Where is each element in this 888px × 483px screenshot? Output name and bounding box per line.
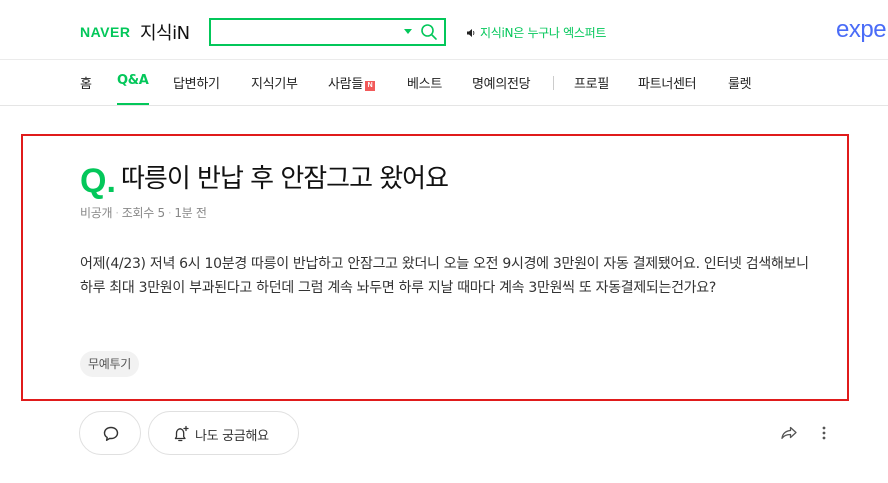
bell-plus-icon bbox=[174, 425, 189, 442]
speaker-icon bbox=[467, 29, 475, 37]
share-icon bbox=[781, 426, 797, 439]
nav-item-answer[interactable]: 답변하기 bbox=[173, 73, 220, 92]
page: NAVER 지식iN 지식iN은 누구나 엑스퍼트 expe 홈 Q&A 답변하… bbox=[0, 0, 888, 483]
new-badge: N bbox=[364, 81, 375, 91]
nav-item-profile[interactable]: 프로필 bbox=[574, 73, 609, 92]
question-title: 따릉이 반납 후 안잠그고 왔어요 bbox=[121, 164, 449, 194]
header: NAVER 지식iN 지식iN은 누구나 엑스퍼트 expe bbox=[0, 0, 888, 60]
question-card: Q. 따릉이 반납 후 안잠그고 왔어요 비공개 · 조회수 5 · 1분 전 어제(4… bbox=[21, 134, 849, 401]
nav-item-people[interactable]: 사람들 N bbox=[328, 73, 375, 92]
post-time: 1분 전 bbox=[174, 206, 207, 220]
question-meta: 비공개 · 조회수 5 · 1분 전 bbox=[80, 206, 207, 220]
speech-bubble-icon bbox=[103, 426, 119, 441]
expert-notice-link[interactable]: 지식iN은 누구나 엑스퍼트 bbox=[466, 24, 606, 41]
search-input[interactable] bbox=[217, 23, 397, 41]
nav-item-roulette[interactable]: 룰렛 bbox=[728, 73, 752, 92]
view-count: 조회수 5 bbox=[121, 206, 165, 220]
search-box bbox=[209, 18, 446, 46]
kin-logo[interactable]: 지식iN bbox=[140, 19, 190, 45]
main-nav: 홈 Q&A 답변하기 지식기부 사람들 N 베스트 명예의전당 프로필 파트너센터… bbox=[0, 60, 888, 106]
search-icon bbox=[421, 24, 437, 40]
author: 비공개 bbox=[80, 206, 113, 220]
search-button[interactable] bbox=[420, 23, 438, 41]
comment-button[interactable] bbox=[79, 411, 141, 455]
nav-item-qna[interactable]: Q&A bbox=[117, 73, 149, 105]
nav-item-partner-center[interactable]: 파트너센터 bbox=[638, 73, 697, 92]
nav-item-home[interactable]: 홈 bbox=[80, 73, 92, 92]
nav-divider bbox=[553, 76, 554, 90]
nav-item-best[interactable]: 베스트 bbox=[407, 73, 442, 92]
nav-item-hall-of-fame[interactable]: 명예의전당 bbox=[472, 73, 531, 92]
expert-logo[interactable]: expe bbox=[836, 16, 887, 44]
notice-text: 지식iN은 누구나 엑스퍼트 bbox=[480, 26, 607, 40]
curious-label: 나도 궁금해요 bbox=[195, 429, 269, 444]
nav-item-label: 사람들 bbox=[328, 77, 363, 92]
question-mark: Q. bbox=[80, 162, 116, 200]
naver-logo[interactable]: NAVER bbox=[80, 24, 130, 40]
chevron-down-icon[interactable] bbox=[404, 29, 412, 34]
question-body: 어제(4/23) 저녁 6시 10분경 따릉이 반납하고 안잠그고 왔더니 오늘… bbox=[80, 256, 809, 296]
tag-chip[interactable]: 무예투기 bbox=[80, 351, 139, 377]
nav-item-donation[interactable]: 지식기부 bbox=[251, 73, 298, 92]
more-vertical-icon bbox=[822, 426, 826, 440]
share-button[interactable] bbox=[779, 423, 799, 443]
curious-button[interactable]: 나도 궁금해요 bbox=[148, 411, 299, 455]
more-button[interactable] bbox=[817, 423, 831, 443]
